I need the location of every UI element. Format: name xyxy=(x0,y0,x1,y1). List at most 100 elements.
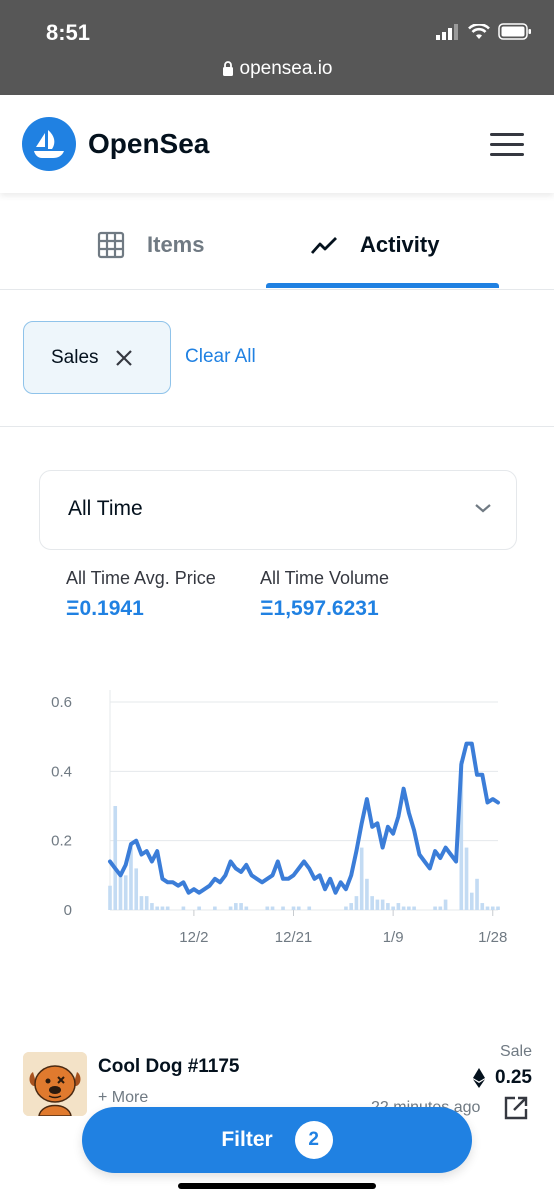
volume-bar xyxy=(386,903,390,910)
nft-thumbnail[interactable] xyxy=(23,1052,87,1116)
x-tick-label: 12/21 xyxy=(275,929,313,946)
volume-bar xyxy=(391,906,395,910)
volume-bar xyxy=(480,903,485,910)
y-tick-label: 0.4 xyxy=(51,763,72,780)
volume-bar xyxy=(113,806,118,910)
tab-items[interactable]: Items xyxy=(97,200,204,290)
nft-name[interactable]: Cool Dog #1175 xyxy=(98,1056,240,1078)
status-time: 8:51 xyxy=(46,20,91,45)
volume-bar xyxy=(160,906,165,910)
avg-price-value: Ξ0.1941 xyxy=(66,597,144,620)
y-tick-label: 0 xyxy=(64,902,72,919)
volume-bar xyxy=(296,906,301,910)
volume-bar xyxy=(496,906,500,910)
battery-icon xyxy=(498,23,531,40)
volume-bar xyxy=(213,906,217,910)
url-bar[interactable]: opensea.io xyxy=(0,58,554,80)
x-tick-label: 12/2 xyxy=(179,929,208,946)
volume-bar xyxy=(123,875,128,910)
volume-bar xyxy=(165,906,170,910)
y-tick-label: 0.2 xyxy=(51,833,72,850)
volume-bar xyxy=(118,871,123,910)
volume-bar xyxy=(380,899,385,910)
sale-price-value: 0.25 xyxy=(495,1067,532,1088)
avg-price-stat: All Time Avg. Price Ξ0.1941 xyxy=(66,568,216,621)
lock-icon xyxy=(222,61,233,76)
y-tick-label: 0.6 xyxy=(51,694,72,711)
time-range-select[interactable]: All Time xyxy=(39,470,517,550)
volume-bar xyxy=(134,868,139,910)
filter-chip-label: Sales xyxy=(51,346,99,368)
volume-bar xyxy=(438,906,443,910)
volume-bar xyxy=(407,906,411,910)
home-indicator xyxy=(178,1183,376,1189)
url-text: opensea.io xyxy=(239,58,333,79)
hamburger-menu-icon[interactable] xyxy=(490,133,524,157)
volume-bar xyxy=(490,906,495,910)
opensea-logo[interactable] xyxy=(22,117,76,171)
volume-bar xyxy=(349,903,353,910)
tab-activity[interactable]: Activity xyxy=(310,200,439,290)
tab-bar: Items Activity xyxy=(0,200,554,290)
volume-bar xyxy=(396,903,401,910)
volume-bar xyxy=(375,899,380,910)
volume-bar xyxy=(412,906,416,910)
avg-price-label: All Time Avg. Price xyxy=(66,568,216,588)
filter-chip-sales[interactable]: Sales xyxy=(23,321,171,394)
active-tab-indicator xyxy=(266,283,499,288)
volume-bar xyxy=(443,899,448,910)
volume-bar xyxy=(108,885,112,910)
volume-bar xyxy=(281,906,285,910)
volume-bar xyxy=(475,878,479,910)
volume-bar xyxy=(144,896,149,910)
section-divider xyxy=(0,426,554,427)
volume-bar xyxy=(139,896,144,910)
volume-bar xyxy=(197,906,201,910)
close-icon[interactable] xyxy=(115,349,133,367)
clear-all-link[interactable]: Clear All xyxy=(185,346,256,368)
status-bar: 8:51 opensea.io xyxy=(0,0,554,95)
volume-bar xyxy=(155,906,159,910)
app-page: 8:51 opensea.io OpenSea Items Activity S… xyxy=(0,0,554,1200)
nft-more-link[interactable]: + More xyxy=(98,1089,148,1107)
ethereum-icon xyxy=(473,1068,486,1088)
volume-stat: All Time Volume Ξ1,597.6231 xyxy=(260,568,389,621)
volume-bar xyxy=(370,896,374,910)
chevron-down-icon xyxy=(475,504,491,513)
volume-bar xyxy=(291,906,296,910)
price-history-chart: 0 0.2 0.4 0.6 12/2 12/21 1/9 1/28 xyxy=(51,690,507,946)
cool-dog-image xyxy=(23,1052,87,1116)
volume-bar xyxy=(344,906,348,910)
external-link-icon[interactable] xyxy=(503,1095,529,1121)
x-tick-label: 1/28 xyxy=(478,929,507,946)
grid-icon xyxy=(97,231,125,259)
tab-items-label: Items xyxy=(147,232,205,257)
volume-bar xyxy=(181,906,186,910)
volume-bar xyxy=(228,906,233,910)
volume-bar xyxy=(464,847,469,910)
volume-bar xyxy=(150,903,154,910)
site-header: OpenSea xyxy=(0,95,554,193)
volume-bar xyxy=(270,906,275,910)
volume-bar xyxy=(359,847,364,910)
sale-price: 0.25 xyxy=(473,1067,532,1089)
volume-bar xyxy=(234,903,238,910)
brand-name[interactable]: OpenSea xyxy=(88,128,209,160)
volume-bar xyxy=(469,892,474,910)
volume-label: All Time Volume xyxy=(260,568,390,588)
x-tick-label: 1/9 xyxy=(383,929,404,946)
volume-bar xyxy=(265,906,270,910)
sailboat-icon xyxy=(34,130,64,158)
signal-icon xyxy=(436,23,458,40)
volume-bar xyxy=(401,906,406,910)
event-type: Sale xyxy=(499,1043,532,1060)
filter-button[interactable]: Filter 2 xyxy=(82,1107,472,1173)
volume-bar xyxy=(485,906,490,910)
activity-chart-icon xyxy=(310,237,337,254)
avg-price-line xyxy=(108,741,500,895)
volume-bar xyxy=(354,896,359,910)
volume-bar xyxy=(239,903,243,910)
volume-bar xyxy=(244,906,249,910)
volume-bar xyxy=(307,906,312,910)
status-icons xyxy=(436,23,532,40)
